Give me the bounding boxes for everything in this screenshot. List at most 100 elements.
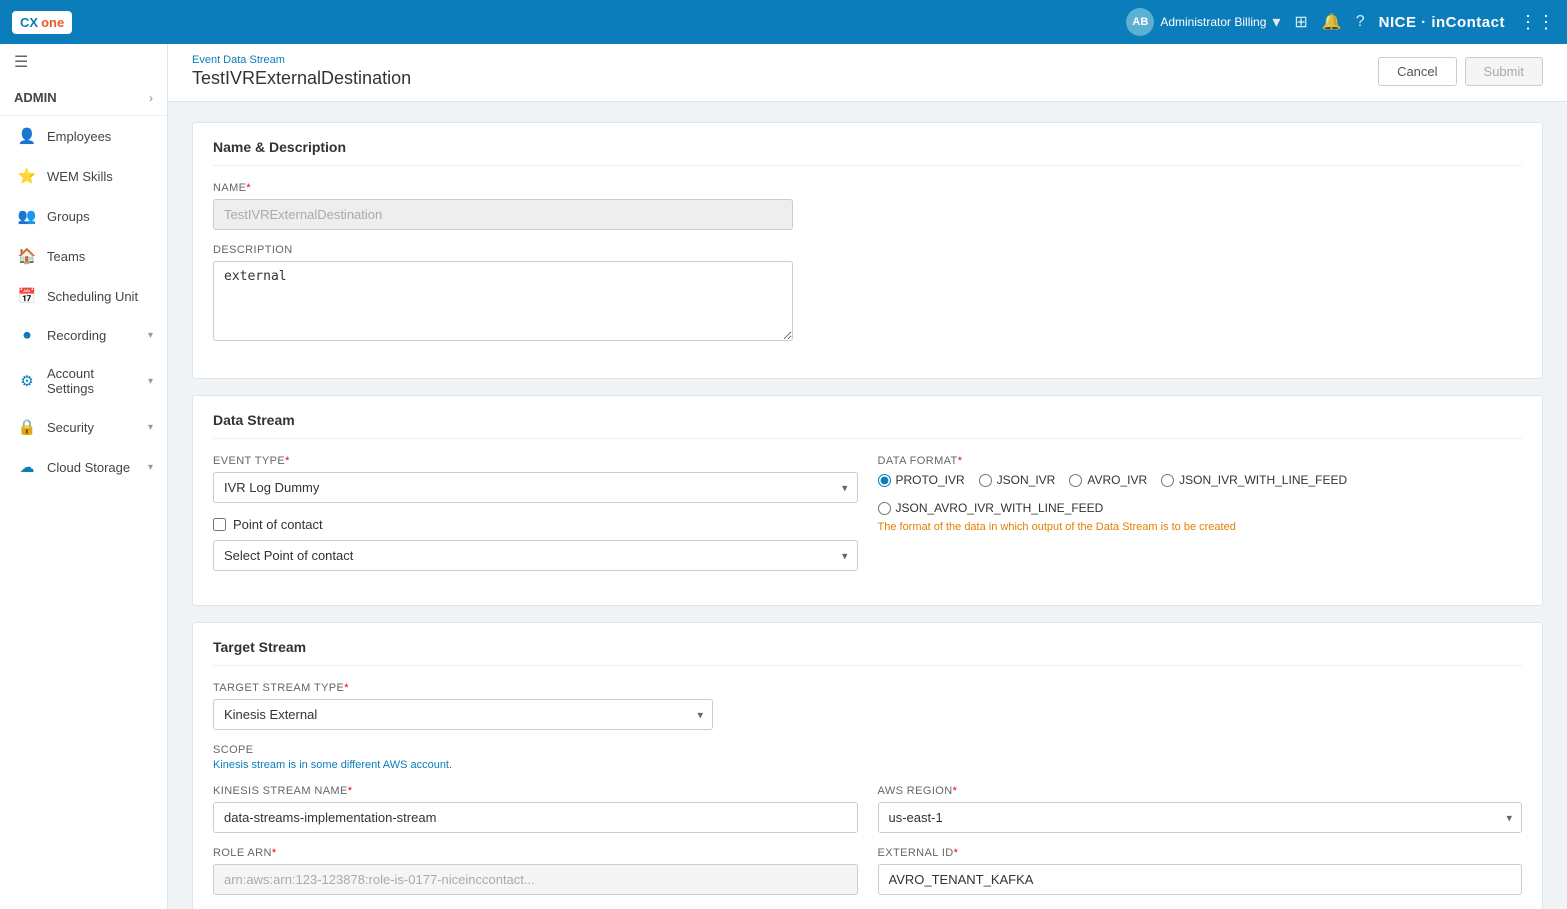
radio-avro-ivr-input[interactable] bbox=[1069, 474, 1082, 487]
target-stream-type-group: TARGET STREAM TYPE* Kinesis External Kin… bbox=[213, 682, 1522, 730]
sidebar-item-account-settings[interactable]: ⚙ Account Settings ▾ bbox=[0, 355, 167, 407]
radio-json-ivr-label: JSON_IVR bbox=[997, 473, 1056, 487]
target-stream-type-label: TARGET STREAM TYPE* bbox=[213, 682, 1522, 694]
sidebar-item-wem-skills[interactable]: ⭐ WEM Skills bbox=[0, 156, 167, 196]
role-arn-required: * bbox=[272, 847, 277, 859]
sidebar-item-label: Recording bbox=[47, 328, 138, 343]
scheduling-icon: 📅 bbox=[17, 287, 37, 305]
description-field-group: DESCRIPTION external bbox=[213, 244, 1522, 344]
select-poc-wrapper: Select Point of contact ▾ bbox=[213, 540, 858, 571]
page-header-actions: Cancel Submit bbox=[1378, 57, 1543, 86]
cloud-storage-icon: ☁ bbox=[17, 458, 37, 476]
data-format-radio-group: PROTO_IVR JSON_IVR AVRO_IVR bbox=[878, 473, 1523, 515]
sidebar-item-employees[interactable]: 👤 Employees bbox=[0, 116, 167, 156]
bell-icon[interactable]: 🔔 bbox=[1322, 12, 1342, 32]
groups-icon: 👥 bbox=[17, 207, 37, 225]
aws-region-select[interactable]: us-east-1 us-west-2 eu-west-1 bbox=[878, 802, 1523, 833]
sidebar-item-label: Security bbox=[47, 420, 138, 435]
kinesis-name-required: * bbox=[348, 785, 353, 797]
top-navigation: CXone AB Administrator Billing ▾ ⊞ 🔔 ? N… bbox=[0, 0, 1567, 44]
role-arn-input[interactable] bbox=[213, 864, 858, 895]
breadcrumb[interactable]: Event Data Stream bbox=[192, 54, 411, 66]
sidebar-item-scheduling-unit[interactable]: 📅 Scheduling Unit bbox=[0, 276, 167, 316]
sidebar-item-recording[interactable]: ⏺ Recording ▾ bbox=[0, 316, 167, 355]
user-dropdown-icon[interactable]: ▾ bbox=[1272, 12, 1280, 32]
name-input[interactable] bbox=[213, 199, 793, 230]
aws-region-required: * bbox=[953, 785, 958, 797]
scope-label: SCOPE bbox=[213, 744, 1522, 756]
main-layout: ☰ ADMIN › 👤 Employees ⭐ WEM Skills 👥 Gro… bbox=[0, 44, 1567, 909]
admin-arrow-icon: › bbox=[149, 91, 153, 105]
sidebar-item-label: Groups bbox=[47, 209, 153, 224]
scope-hint: Kinesis stream is in some different AWS … bbox=[213, 759, 1522, 771]
wem-skills-icon: ⭐ bbox=[17, 167, 37, 185]
external-id-required: * bbox=[954, 847, 959, 859]
radio-json-avro-ivr-line-feed[interactable]: JSON_AVRO_IVR_WITH_LINE_FEED bbox=[878, 501, 1104, 515]
radio-avro-ivr-label: AVRO_IVR bbox=[1087, 473, 1147, 487]
external-id-input[interactable] bbox=[878, 864, 1523, 895]
target-stream-type-select[interactable]: Kinesis External Kinesis Internal Azure … bbox=[213, 699, 713, 730]
data-format-required: * bbox=[958, 455, 963, 467]
role-arn-external-row: ROLE ARN* EXTERNAL ID* bbox=[213, 847, 1522, 909]
user-info[interactable]: AB Administrator Billing ▾ bbox=[1126, 8, 1280, 36]
radio-proto-ivr-label: PROTO_IVR bbox=[896, 473, 965, 487]
screen-icon[interactable]: ⊞ bbox=[1294, 12, 1307, 32]
kinesis-stream-name-input[interactable] bbox=[213, 802, 858, 833]
point-of-contact-checkbox[interactable] bbox=[213, 518, 226, 531]
hamburger-icon[interactable]: ☰ bbox=[0, 44, 167, 80]
sidebar-item-label: Cloud Storage bbox=[47, 460, 138, 475]
event-type-select-wrapper: IVR Log Dummy Agent State Contact State … bbox=[213, 472, 858, 503]
recording-icon: ⏺ bbox=[17, 327, 37, 344]
nav-right: AB Administrator Billing ▾ ⊞ 🔔 ? NICE · … bbox=[1126, 8, 1555, 36]
help-icon[interactable]: ? bbox=[1356, 13, 1365, 31]
page-title: TestIVRExternalDestination bbox=[192, 68, 411, 89]
radio-json-avro-lf-label: JSON_AVRO_IVR_WITH_LINE_FEED bbox=[896, 501, 1104, 515]
username-label: Administrator Billing bbox=[1160, 15, 1266, 29]
sidebar-item-cloud-storage[interactable]: ☁ Cloud Storage ▾ bbox=[0, 447, 167, 487]
sidebar-item-security[interactable]: 🔒 Security ▾ bbox=[0, 407, 167, 447]
radio-proto-ivr-input[interactable] bbox=[878, 474, 891, 487]
employees-icon: 👤 bbox=[17, 127, 37, 145]
data-format-hint: The format of the data in which output o… bbox=[878, 521, 1523, 533]
event-type-label: EVENT TYPE* bbox=[213, 455, 858, 467]
radio-json-ivr-lf-label: JSON_IVR_WITH_LINE_FEED bbox=[1179, 473, 1347, 487]
data-stream-section: Data Stream EVENT TYPE* IVR Log Dummy Ag… bbox=[192, 395, 1543, 606]
cancel-button[interactable]: Cancel bbox=[1378, 57, 1456, 86]
role-arn-group: ROLE ARN* bbox=[213, 847, 858, 895]
kinesis-stream-name-label: KINESIS STREAM NAME* bbox=[213, 785, 858, 797]
logo-one: one bbox=[41, 15, 64, 30]
admin-label: ADMIN bbox=[14, 90, 57, 105]
form-area: Name & Description NAME* DESCRIPTION ext… bbox=[168, 102, 1567, 909]
role-arn-label: ROLE ARN* bbox=[213, 847, 858, 859]
select-point-of-contact[interactable]: Select Point of contact bbox=[213, 540, 858, 571]
radio-avro-ivr[interactable]: AVRO_IVR bbox=[1069, 473, 1147, 487]
description-input[interactable]: external bbox=[213, 261, 793, 341]
radio-json-ivr-input[interactable] bbox=[979, 474, 992, 487]
point-of-contact-label[interactable]: Point of contact bbox=[233, 517, 323, 532]
kinesis-aws-row: KINESIS STREAM NAME* AWS REGION* us-east… bbox=[213, 785, 1522, 847]
radio-json-ivr-line-feed[interactable]: JSON_IVR_WITH_LINE_FEED bbox=[1161, 473, 1347, 487]
submit-button[interactable]: Submit bbox=[1465, 57, 1543, 86]
name-description-title: Name & Description bbox=[213, 139, 1522, 166]
nice-logo: NICE · inContact bbox=[1379, 14, 1505, 31]
radio-json-ivr-lf-input[interactable] bbox=[1161, 474, 1174, 487]
event-type-select[interactable]: IVR Log Dummy Agent State Contact State bbox=[213, 472, 858, 503]
target-type-required: * bbox=[344, 682, 349, 694]
radio-json-avro-lf-input[interactable] bbox=[878, 502, 891, 515]
sidebar-item-label: WEM Skills bbox=[47, 169, 153, 184]
account-settings-icon: ⚙ bbox=[17, 372, 37, 390]
sidebar-item-label: Account Settings bbox=[47, 366, 138, 396]
target-stream-title: Target Stream bbox=[213, 639, 1522, 666]
sidebar-item-groups[interactable]: 👥 Groups bbox=[0, 196, 167, 236]
account-settings-arrow-icon: ▾ bbox=[148, 376, 153, 387]
logo-cx: CX bbox=[20, 15, 38, 30]
external-id-label: EXTERNAL ID* bbox=[878, 847, 1523, 859]
data-format-col: DATA FORMAT* PROTO_IVR JSON_IVR bbox=[878, 455, 1523, 585]
radio-proto-ivr[interactable]: PROTO_IVR bbox=[878, 473, 965, 487]
radio-json-ivr[interactable]: JSON_IVR bbox=[979, 473, 1056, 487]
page-header-left: Event Data Stream TestIVRExternalDestina… bbox=[192, 54, 411, 89]
apps-icon[interactable]: ⋮⋮ bbox=[1519, 12, 1555, 33]
sidebar-item-teams[interactable]: 🏠 Teams bbox=[0, 236, 167, 276]
cloud-storage-arrow-icon: ▾ bbox=[148, 462, 153, 473]
logo: CXone bbox=[12, 11, 72, 34]
